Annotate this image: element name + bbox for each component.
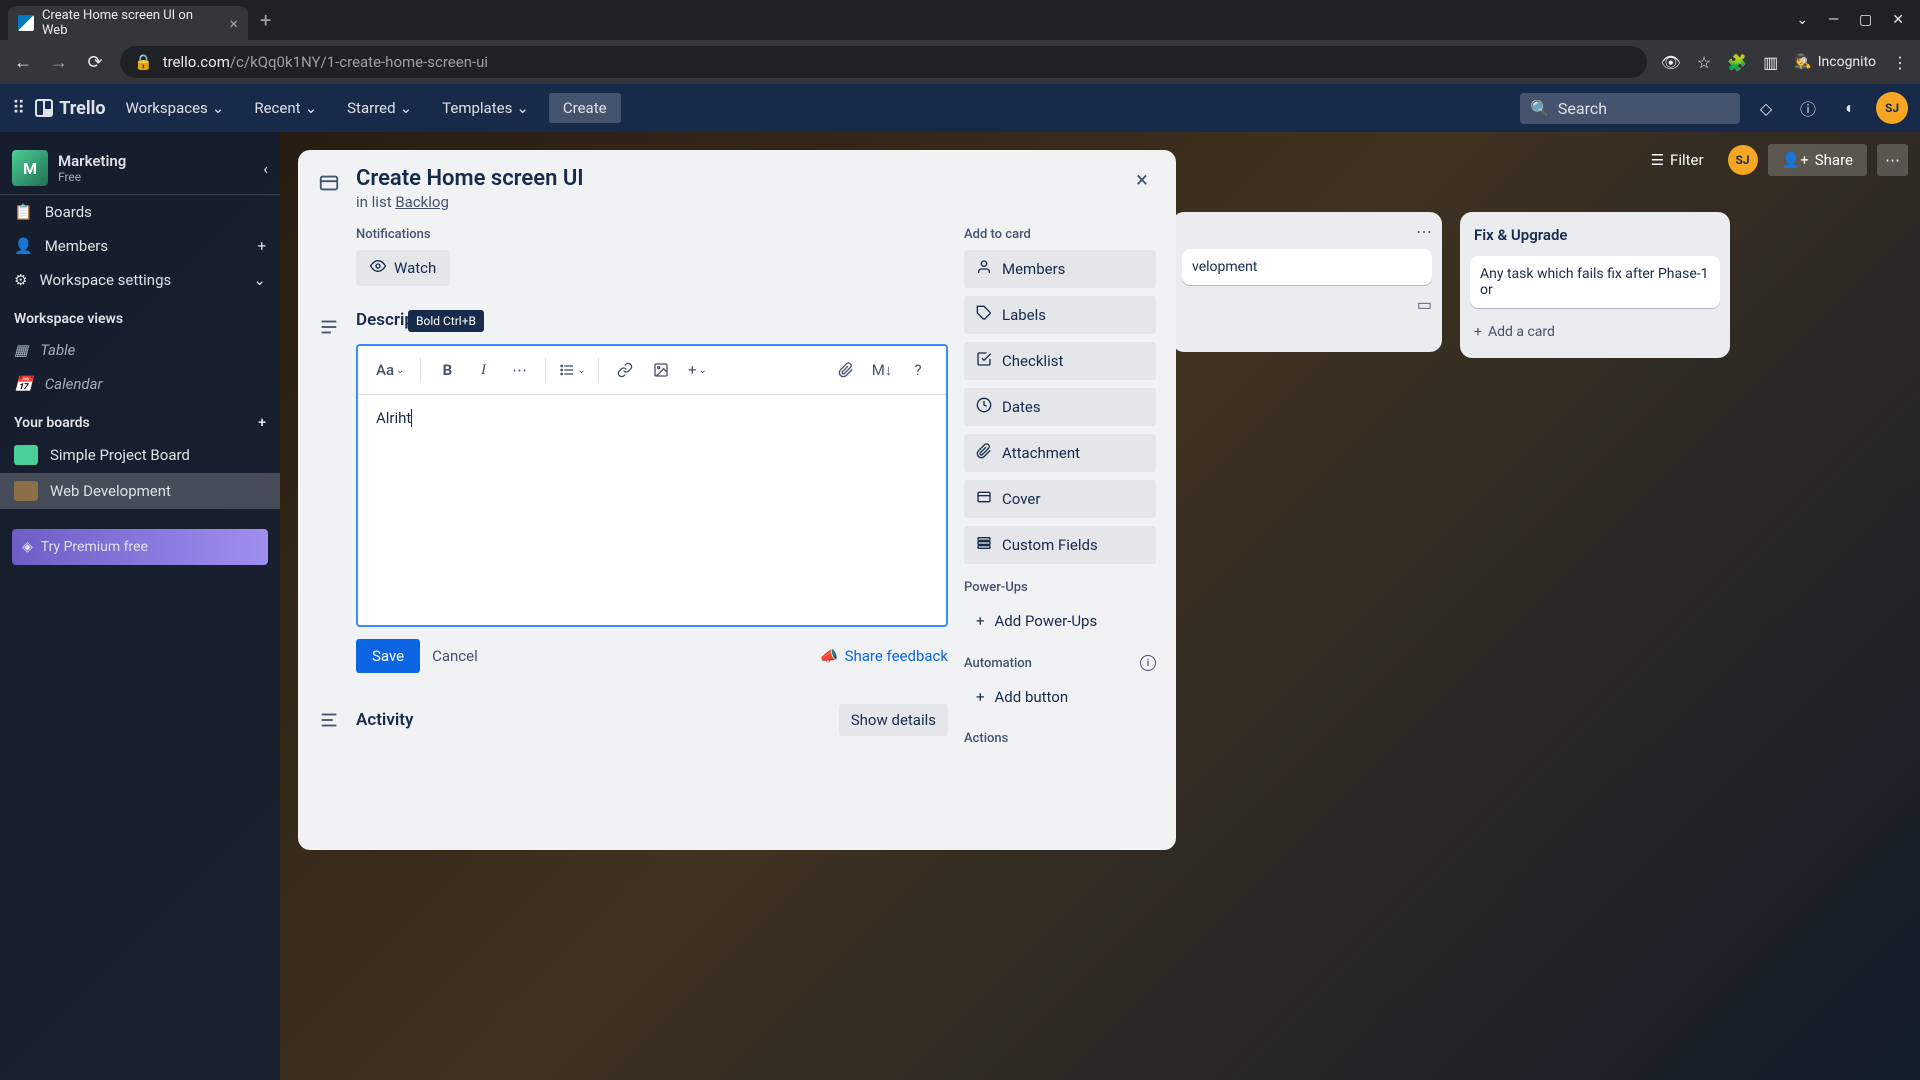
- checklist-button[interactable]: Checklist: [964, 342, 1156, 380]
- card-modal: × Create Home screen UI in list Backlog …: [298, 150, 1176, 850]
- actions-label: Actions: [964, 731, 1156, 746]
- automation-label: Automationi: [964, 655, 1156, 671]
- add-automation-button[interactable]: +Add button: [964, 679, 1156, 715]
- attachment-button[interactable]: [830, 354, 862, 386]
- bold-button[interactable]: B: [431, 354, 463, 386]
- editor-help-button[interactable]: ?: [902, 354, 934, 386]
- eye-icon: [370, 258, 386, 278]
- clock-icon: [976, 397, 992, 417]
- paperclip-icon: [976, 443, 992, 463]
- activity-icon: [318, 709, 342, 736]
- bold-tooltip: Bold Ctrl+B: [408, 310, 484, 332]
- list-button[interactable]: ⌄: [556, 354, 588, 386]
- attachment-button[interactable]: Attachment: [964, 434, 1156, 472]
- card-title[interactable]: Create Home screen UI: [356, 166, 584, 191]
- share-feedback-link[interactable]: 📣 Share feedback: [820, 647, 948, 665]
- plus-icon: +: [976, 612, 985, 630]
- power-ups-label: Power-Ups: [964, 580, 1156, 595]
- link-button[interactable]: [609, 354, 641, 386]
- more-formatting-button[interactable]: ⋯: [503, 354, 535, 386]
- list-link[interactable]: Backlog: [395, 193, 449, 211]
- cover-icon: [976, 489, 992, 509]
- card-icon: [318, 172, 342, 199]
- close-modal-button[interactable]: ×: [1126, 164, 1158, 196]
- info-icon[interactable]: i: [1140, 655, 1156, 671]
- plus-icon: +: [976, 688, 985, 706]
- insert-button[interactable]: +⌄: [681, 354, 713, 386]
- separator: [598, 358, 599, 382]
- image-button[interactable]: [645, 354, 677, 386]
- editor-textarea[interactable]: Alriht: [358, 395, 946, 625]
- italic-button[interactable]: I: [467, 354, 499, 386]
- add-to-card-label: Add to card: [964, 227, 1156, 242]
- cover-button[interactable]: Cover: [964, 480, 1156, 518]
- chevron-down-icon: ⌄: [577, 365, 585, 376]
- chevron-down-icon: ⌄: [396, 365, 404, 376]
- labels-button[interactable]: Labels: [964, 296, 1156, 334]
- checklist-icon: [976, 351, 992, 371]
- megaphone-icon: 📣: [820, 647, 839, 665]
- notifications-label: Notifications: [356, 227, 948, 242]
- custom-fields-button[interactable]: Custom Fields: [964, 526, 1156, 564]
- watch-button[interactable]: Watch: [356, 250, 450, 286]
- cancel-button[interactable]: Cancel: [432, 647, 478, 665]
- activity-label: Activity: [356, 710, 825, 730]
- description-editor: Aa⌄ B I ⋯ ⌄ +⌄ M↓ ?: [356, 344, 948, 627]
- card-list-location: in list Backlog: [356, 193, 584, 211]
- separator: [420, 358, 421, 382]
- editor-toolbar: Aa⌄ B I ⋯ ⌄ +⌄ M↓ ?: [358, 346, 946, 395]
- members-button[interactable]: Members: [964, 250, 1156, 288]
- chevron-down-icon: ⌄: [699, 365, 707, 376]
- text-style-button[interactable]: Aa⌄: [370, 354, 410, 386]
- markdown-button[interactable]: M↓: [866, 354, 898, 386]
- separator: [545, 358, 546, 382]
- save-button[interactable]: Save: [356, 639, 420, 673]
- add-power-ups-button[interactable]: +Add Power-Ups: [964, 603, 1156, 639]
- person-icon: [976, 259, 992, 279]
- custom-fields-icon: [976, 535, 992, 555]
- description-icon: [318, 316, 342, 343]
- dates-button[interactable]: Dates: [964, 388, 1156, 426]
- show-details-button[interactable]: Show details: [839, 704, 948, 736]
- tag-icon: [976, 305, 992, 325]
